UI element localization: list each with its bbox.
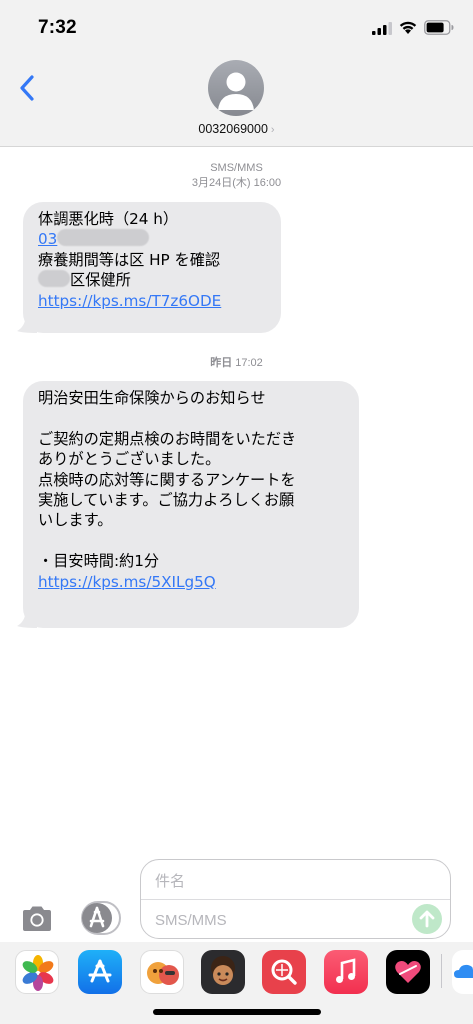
composer-divider xyxy=(141,899,450,900)
bubble-tail xyxy=(17,610,37,628)
message-line xyxy=(38,408,345,428)
photos-flower-icon xyxy=(22,955,54,991)
memoji-face-icon xyxy=(211,956,235,985)
timestamp-time: 17:02 xyxy=(235,357,263,369)
heart-icon xyxy=(395,961,421,983)
message-line: https://kps.ms/T7z6ODE xyxy=(38,291,267,311)
message-line: https://kps.ms/5XILg5Q xyxy=(38,572,345,592)
url-link[interactable]: https://kps.ms/T7z6ODE xyxy=(38,292,221,310)
status-bar: 7:32 xyxy=(0,0,473,58)
cellular-signal-icon xyxy=(372,22,392,35)
message-line: ご契約の定期点検のお時間をいただき xyxy=(38,429,297,448)
send-button[interactable] xyxy=(412,904,442,934)
battery-icon xyxy=(424,20,454,35)
photos-icon[interactable] xyxy=(15,950,59,994)
message-line: ・目安時間:約1分 xyxy=(38,552,160,571)
app-store-icon[interactable] xyxy=(78,950,122,994)
more-apps-icon[interactable] xyxy=(452,950,473,994)
memoji-stickers-icon[interactable] xyxy=(140,950,184,994)
music-note-icon xyxy=(336,958,356,983)
redacted-blur xyxy=(38,270,70,288)
camera-icon[interactable] xyxy=(20,905,54,933)
cloud-icon xyxy=(454,964,473,978)
contact-avatar[interactable] xyxy=(208,60,264,116)
timestamp-day: 昨日 xyxy=(210,357,233,369)
message-line: 区保健所 xyxy=(38,270,267,290)
message-line: いします。 xyxy=(38,511,113,530)
person-silhouette-icon xyxy=(218,72,254,110)
arrow-up-icon xyxy=(419,910,435,928)
app-store-button[interactable] xyxy=(78,900,122,936)
search-images-icon[interactable] xyxy=(262,950,306,994)
message-line: ありがとうございました。 xyxy=(38,450,221,469)
url-link[interactable]: https://kps.ms/5XILg5Q xyxy=(38,573,216,591)
message-input[interactable] xyxy=(155,908,405,932)
contact-name-button[interactable]: 0032069000 › xyxy=(0,122,473,136)
service-label: SMS/MMS xyxy=(210,162,263,174)
message-line: 明治安田生命保険からのお知らせ xyxy=(38,389,266,407)
message-line: 03 xyxy=(38,229,267,249)
sticker-faces-icon xyxy=(147,962,179,985)
magnifier-globe-icon xyxy=(271,959,297,985)
digital-touch-icon[interactable] xyxy=(386,950,430,994)
app-store-glyph-icon xyxy=(88,959,112,983)
message-text: 区保健所 xyxy=(70,271,131,290)
memoji-icon[interactable] xyxy=(201,950,245,994)
timestamp-date: 3月24日(木) 16:00 xyxy=(191,177,282,189)
chevron-right-icon: › xyxy=(270,124,275,136)
status-time: 7:32 xyxy=(38,17,77,38)
message-composer xyxy=(140,859,451,939)
conversation-header: 0032069000 › xyxy=(0,58,473,147)
home-indicator xyxy=(153,1009,321,1015)
drawer-divider xyxy=(441,954,442,988)
message-line: 体調悪化時（24 h） xyxy=(38,210,179,228)
contact-number: 0032069000 xyxy=(198,122,268,136)
message-line xyxy=(38,531,345,551)
message-timestamp: SMS/MMS 3月24日(木) 16:00 xyxy=(0,161,473,191)
bubble-tail xyxy=(17,315,37,333)
message-bubble[interactable]: 体調悪化時（24 h） 03 療養期間等は区 HP を確認 区保健所 https… xyxy=(17,202,281,333)
subject-input[interactable] xyxy=(155,869,435,893)
message-line: 点検時の応対等に関するアンケートを xyxy=(38,470,296,489)
message-line: 実施しています。ご協力よろしくお願 xyxy=(38,491,295,510)
music-icon[interactable] xyxy=(324,950,368,994)
wifi-icon xyxy=(399,21,417,34)
message-timestamp: 昨日 17:02 xyxy=(0,356,473,371)
phone-link[interactable]: 03 xyxy=(38,230,57,248)
redacted-blur xyxy=(57,229,150,247)
back-chevron-icon[interactable] xyxy=(18,74,36,102)
message-line: 療養期間等は区 HP を確認 xyxy=(38,250,221,269)
message-bubble[interactable]: 明治安田生命保険からのお知らせ ご契約の定期点検のお時間をいただき ありがとうご… xyxy=(17,381,359,628)
